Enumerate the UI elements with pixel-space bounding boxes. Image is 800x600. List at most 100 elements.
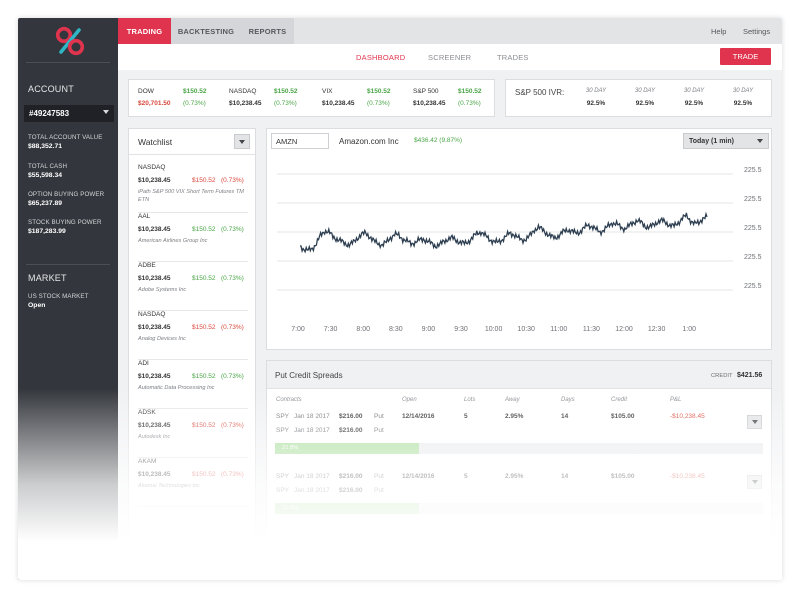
market-label: US STOCK MARKET — [28, 293, 89, 300]
index-value: $150.52 — [458, 88, 482, 95]
watchlist-panel: Watchlist NASDAQ $10,238.45 $150.52 (0.7… — [128, 128, 256, 580]
leg-date: Jan 18 2017 — [294, 427, 330, 434]
y-tick-label: 225.5 — [744, 225, 762, 232]
x-tick-label: 10:00 — [485, 326, 503, 333]
trade-button[interactable]: TRADE — [720, 48, 771, 65]
x-tick-label: 12:00 — [615, 326, 633, 333]
position-pnl: -$10,238.45 — [670, 473, 705, 480]
ivr-column: 30 DAY 92.5% — [723, 88, 763, 107]
price-chart[interactable]: 225.5 225.5 225.5 225.5 225.5 7:00 7:30 8:00 8:3… — [267, 153, 773, 351]
y-tick-label: 225.5 — [744, 254, 762, 261]
ivr-column: 30 DAY 92.5% — [674, 88, 714, 107]
range-dropdown[interactable]: Today (1 min) — [683, 133, 769, 149]
symbol-input[interactable]: AMZN — [271, 133, 329, 149]
x-tick-label: 8:30 — [389, 326, 403, 333]
ivr-value: 92.5% — [635, 100, 655, 107]
watchlist-price: $10,238.45 — [138, 324, 171, 331]
watchlist-item[interactable]: ADSK $10,238.45 $150.52 (0.73%) Autodesk… — [138, 409, 248, 458]
chevron-down-icon — [103, 110, 109, 114]
watchlist-item[interactable]: NASDAQ $10,238.45 $150.52 (0.73%) iPath … — [138, 164, 248, 213]
account-selector[interactable]: #49247583 — [24, 105, 114, 122]
watchlist-symbol: ADSK — [138, 409, 156, 416]
watchlist-price: $10,238.45 — [138, 471, 171, 478]
watchlist-description: iPath S&P 500 VIX Short Term Futures TM … — [138, 189, 244, 203]
watchlist-pct: (0.73%) — [221, 324, 244, 331]
percent-logo-icon[interactable] — [55, 26, 85, 56]
index-price: $20,701.50 — [138, 100, 171, 107]
watchlist-description: Automatic Data Processing Inc — [138, 385, 215, 391]
top-nav: TRADING BACKTESTING REPORTS Help Setting… — [118, 18, 782, 44]
index-change: (0.73%) — [183, 100, 206, 107]
leg-symbol: SPY — [276, 473, 290, 480]
x-tick-label: 9:00 — [422, 326, 436, 333]
position-credit: $105.00 — [611, 473, 635, 480]
col-days: Days — [561, 397, 575, 403]
subnav-dashboard[interactable]: DASHBOARD — [356, 53, 405, 62]
watchlist-dropdown[interactable] — [234, 134, 250, 149]
chart-panel: AMZN Amazon.com Inc $436.42 (9.87%) Toda… — [266, 128, 772, 350]
watchlist-change: $150.52 — [192, 177, 216, 184]
index-change: (0.73%) — [274, 100, 297, 107]
watchlist-description: Autodesk Inc — [138, 434, 171, 440]
subnav-trades[interactable]: TRADES — [497, 53, 529, 62]
watchlist-symbol: AKAM — [138, 458, 157, 465]
index-value: $150.52 — [183, 88, 207, 95]
index-price: $10,238.45 — [413, 100, 446, 107]
watchlist-description: Analog Devices Inc — [138, 336, 186, 342]
tab-trading[interactable]: TRADING — [118, 18, 171, 44]
x-tick-label: 10:30 — [517, 326, 535, 333]
spreads-header: Put Credit Spreads CREDIT $421.56 — [267, 361, 771, 389]
watchlist-item[interactable]: NASDAQ $10,238.45 $150.52 (0.73%) Analog… — [138, 311, 248, 360]
tab-backtesting[interactable]: BACKTESTING — [171, 18, 241, 44]
watchlist-pct: (0.73%) — [221, 422, 244, 429]
tab-reports[interactable]: REPORTS — [241, 18, 294, 44]
watchlist-title: Watchlist — [138, 137, 173, 147]
position-lots: 5 — [464, 473, 468, 480]
stat-label-total-cash: TOTAL CASH — [28, 163, 68, 170]
watchlist-change: $150.52 — [192, 422, 216, 429]
watchlist-change: $150.52 — [192, 275, 216, 282]
leg-type: Put — [374, 487, 384, 494]
watchlist-change: $150.52 — [192, 471, 216, 478]
chevron-down-icon — [757, 139, 763, 143]
expand-button[interactable] — [747, 475, 762, 489]
watchlist-symbol: NASDAQ — [138, 311, 166, 318]
leg-type: Put — [374, 413, 384, 420]
watchlist-price: $10,238.45 — [138, 177, 171, 184]
x-tick-label: 11:00 — [550, 326, 567, 333]
watchlist-item[interactable]: ADI $10,238.45 $150.52 (0.73%) Automatic… — [138, 360, 248, 409]
leg-strike: $216.00 — [339, 427, 363, 434]
y-tick-label: 225.5 — [744, 283, 762, 290]
ivr-value: 92.5% — [733, 100, 753, 107]
ivr-card: S&P 500 IVR: 30 DAY 92.5% 30 DAY 92.5% 3… — [505, 79, 772, 117]
sidebar-divider — [26, 264, 110, 265]
subnav-screener[interactable]: SCREENER — [428, 53, 471, 62]
watchlist-item[interactable]: AAL $10,238.45 $150.52 (0.73%) American … — [138, 213, 248, 262]
watchlist-pct: (0.73%) — [221, 275, 244, 282]
chevron-down-icon — [751, 420, 758, 424]
watchlist-item[interactable]: AKAM $10,238.45 $150.52 (0.73%) Akamai T… — [138, 458, 248, 507]
ivr-label: 30 DAY — [732, 88, 754, 94]
index-price: $10,238.45 — [229, 100, 262, 107]
sidebar-divider — [26, 62, 110, 63]
y-tick-label: 225.5 — [744, 167, 762, 174]
ivr-column: 30 DAY 92.5% — [576, 88, 616, 107]
position-open: 12/14/2016 — [402, 473, 435, 480]
progress-bar: 21.8% — [275, 503, 763, 514]
expand-button[interactable] — [747, 415, 762, 429]
watchlist-symbol: AAL — [138, 213, 151, 220]
stat-label-option-buying-power: OPTION BUYING POWER — [28, 191, 105, 198]
watchlist-change: $150.52 — [192, 226, 216, 233]
watchlist-item[interactable]: ADBE $10,238.45 $150.52 (0.73%) Adobe Sy… — [138, 262, 248, 311]
index-change: (0.73%) — [458, 100, 481, 107]
watchlist-header: Watchlist — [129, 129, 255, 155]
ivr-column: 30 DAY 92.5% — [625, 88, 665, 107]
ivr-label: 30 DAY — [683, 88, 705, 94]
help-link[interactable]: Help — [711, 27, 726, 36]
put-credit-spreads-panel: Put Credit Spreads CREDIT $421.56 Contra… — [266, 360, 772, 580]
progress-label: 21.8% — [282, 445, 299, 451]
leg-strike: $216.00 — [339, 473, 363, 480]
ivr-value: 92.5% — [684, 100, 704, 107]
position-pnl: -$10,238.45 — [670, 413, 705, 420]
settings-link[interactable]: Settings — [743, 27, 770, 36]
